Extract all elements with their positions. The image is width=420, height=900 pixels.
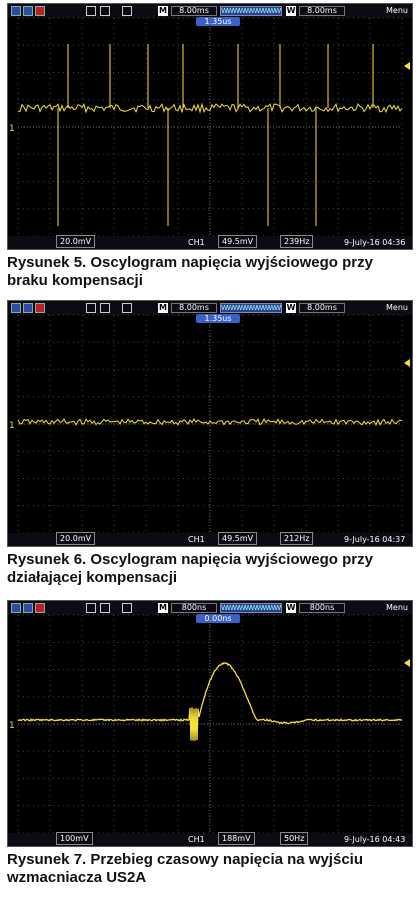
frequency-readout: 212Hz [280,532,314,545]
ch1-label: CH1 [188,535,205,544]
oscilloscope-screen-rys6: M 8.00ms WWWWWWWWWWWWWW W 8.00ms Menu 1.… [7,300,413,547]
ch1-scale: 100mV [56,832,93,845]
caption-line-2: braku kompensacji [7,272,143,289]
svg-text:1: 1 [9,124,15,134]
caption-line-1: Rysunek 6. Oscylogram napięcia wyjściowe… [7,551,373,568]
caption-line-1: Rysunek 7. Przebieg czasowy napięcia na … [7,851,363,868]
trigger-level: 188mV [218,832,255,845]
date-readout: 9-July-16 04:37 [344,535,406,544]
scope-grid-rys7: 1 [9,614,410,834]
date-readout: 9-July-16 04:36 [344,238,406,247]
scope-bottom-bar: 100mV CH1 188mV 50Hz 9-July-16 04:43 [8,832,412,846]
svg-text:1: 1 [9,421,15,431]
scope-grid-rys6: 1 [9,314,410,534]
caption-line-2: działającej kompensacji [7,569,178,586]
oscilloscope-screen-rys7: M 800ns WWWWWWWWWWWWWW W 800ns Menu 0.00… [7,600,413,847]
figure-caption-rys5: Rysunek 5. Oscylogram napięcia wyjściowe… [7,254,413,290]
trigger-level: 49.5mV [218,235,258,248]
oscilloscope-screen-rys5: M 8.00ms WWWWWWWWWWWWWW W 8.00ms Menu 1.… [7,3,413,250]
frequency-readout: 239Hz [280,235,314,248]
scope-grid-rys5: 1 [9,17,410,237]
caption-line-1: Rysunek 5. Oscylogram napięcia wyjściowe… [7,254,373,271]
scope-bottom-bar: 20.0mV CH1 49.5mV 212Hz 9-July-16 04:37 [8,532,412,546]
trigger-level: 49.5mV [218,532,258,545]
caption-line-2: wzmacniacza US2A [7,869,147,886]
ch1-label: CH1 [188,238,205,247]
ch1-scale: 20.0mV [56,532,96,545]
figure-caption-rys6: Rysunek 6. Oscylogram napięcia wyjściowe… [7,551,413,587]
scope-bottom-bar: 20.0mV CH1 49.5mV 239Hz 9-July-16 04:36 [8,235,412,249]
date-readout: 9-July-16 04:43 [344,835,406,844]
ch1-scale: 20.0mV [56,235,96,248]
svg-text:1: 1 [9,721,15,731]
frequency-readout: 50Hz [280,832,309,845]
ch1-label: CH1 [188,835,205,844]
figure-caption-rys7: Rysunek 7. Przebieg czasowy napięcia na … [7,851,413,887]
